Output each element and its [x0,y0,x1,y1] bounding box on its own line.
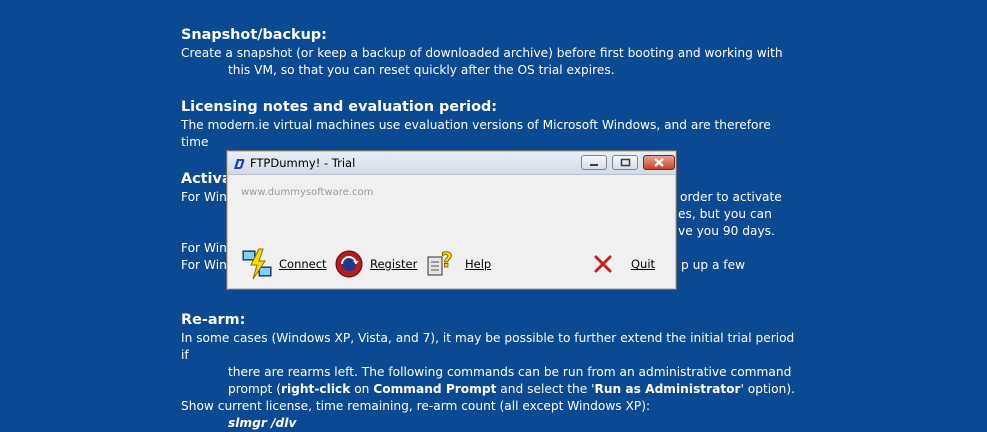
maximize-icon [620,158,631,167]
rearm-text-line4: Show current license, time remaining, re… [181,399,651,413]
window-titlebar[interactable]: FTPDummy! - Trial [228,152,675,175]
quit-x-icon [594,255,612,273]
ftpdummy-window[interactable]: FTPDummy! - Trial www.dummysoftware.com … [226,150,677,290]
activation-right-3: ve you 90 days. [678,224,775,238]
rearm-line3-part: on [350,382,374,396]
rearm-line3-part: and select the ' [496,382,595,396]
register-button[interactable]: Register [332,247,417,281]
website-url: www.dummysoftware.com [241,187,374,198]
svg-text:?: ? [441,248,453,272]
snapshot-heading: Snapshot/backup: [181,27,327,43]
rearm-text-line3: prompt (right-click on Command Prompt an… [181,381,801,398]
quit-button[interactable]: Quit [591,247,655,281]
right-click-bold: right-click [280,382,351,396]
snapshot-text-line1: Create a snapshot (or keep a backup of d… [181,46,783,60]
help-button[interactable]: ? Help [423,247,491,281]
register-icon [335,250,363,278]
connect-label: Connect [279,257,327,271]
rearm-heading: Re-arm: [181,312,246,328]
help-icon: ? [427,248,453,276]
close-button[interactable] [643,155,675,170]
rearm-section: Re-arm: In some cases (Windows XP, Vista… [181,311,801,432]
rearm-line3-part: ' option). [740,382,795,396]
activation-left-1: For Win [181,190,227,204]
licensing-text-line1: The modern.ie virtual machines use evalu… [181,118,771,149]
ftpdummy-app-icon [232,156,246,170]
snapshot-text-line2: this VM, so that you can reset quickly a… [228,63,615,77]
window-title: FTPDummy! - Trial [250,156,356,170]
minimize-icon [590,164,598,166]
help-label: Help [465,257,492,271]
minimize-button[interactable] [581,155,607,170]
snapshot-section: Snapshot/backup: Create a snapshot (or k… [181,26,801,79]
rearm-text-line2: there are rearms left. The following com… [228,365,792,379]
rearm-line3-part: prompt ( [228,382,281,396]
activation-right-2: es, but you can [678,207,772,221]
command-prompt-bold: Command Prompt [373,382,497,396]
connect-icon [242,248,272,280]
activation-left-3: For Win [181,258,227,272]
rearm-text-line1: In some cases (Windows XP, Vista, and 7)… [181,331,795,362]
licensing-heading: Licensing notes and evaluation period: [181,99,498,115]
register-label: Register [370,257,418,271]
activation-right-1: order to activate [680,190,782,204]
activation-left-2: For Win [181,241,227,255]
activation-right-4: p up a few [681,258,746,272]
maximize-button[interactable] [612,155,638,170]
run-as-admin-bold: Run as Administrator [594,382,741,396]
slmgr-command: slmgr /dlv [228,416,297,430]
quit-label: Quit [631,257,656,271]
close-icon [654,158,664,167]
connect-button[interactable]: Connect [241,247,327,281]
